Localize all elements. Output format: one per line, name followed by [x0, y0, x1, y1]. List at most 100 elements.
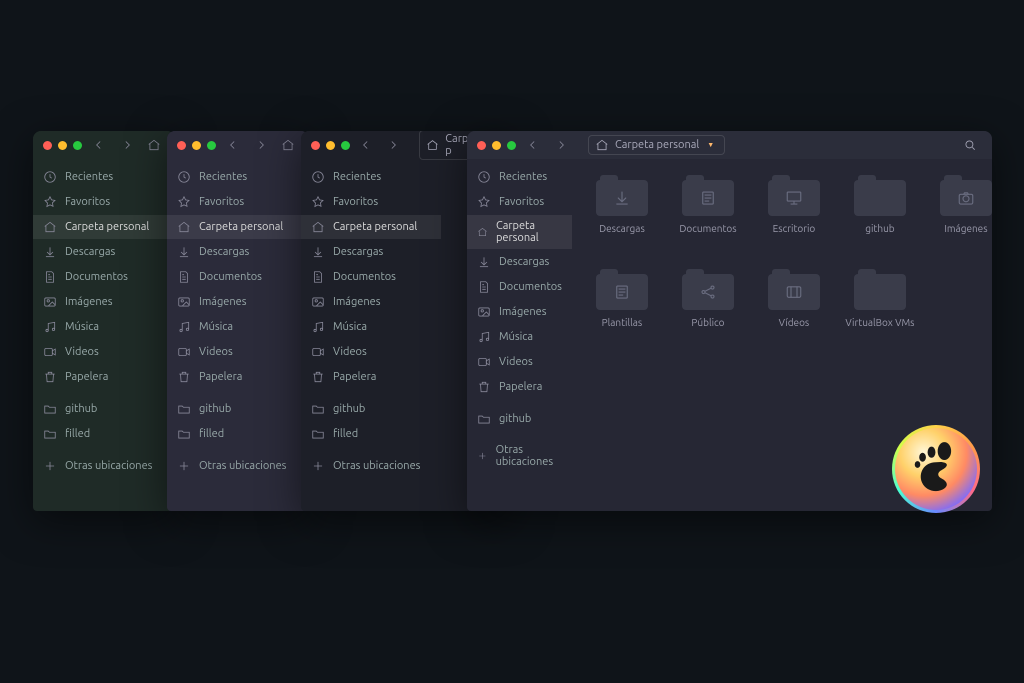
folder-item-virtualbox[interactable]: VirtualBox VMs — [840, 269, 920, 359]
sidebar-item-trash[interactable]: Papelera — [167, 365, 307, 389]
sidebar-item-label: Favoritos — [199, 196, 244, 208]
sidebar-item-downloads[interactable]: Descargas — [467, 250, 572, 274]
sidebar-item-videos[interactable]: Videos — [167, 340, 307, 364]
maximize-button[interactable] — [341, 141, 350, 150]
folder-item-publico[interactable]: Público — [668, 269, 748, 359]
sidebar-item-label: Documentos — [65, 271, 128, 283]
sidebar-item-label: Documentos — [499, 281, 562, 293]
sidebar-item-documents[interactable]: Documentos — [301, 265, 441, 289]
forward-button[interactable] — [550, 136, 572, 154]
sidebar-item-home[interactable]: Carpeta personal — [167, 215, 307, 239]
folder-item-plantillas[interactable]: Plantillas — [582, 269, 662, 359]
back-button[interactable] — [88, 136, 110, 154]
sidebar-item-other-locations[interactable]: Otras ubicaciones — [33, 454, 173, 478]
sidebar-item-music[interactable]: Música — [301, 315, 441, 339]
close-button[interactable] — [477, 141, 486, 150]
forward-button[interactable] — [383, 136, 404, 154]
image-icon — [177, 295, 191, 309]
sidebar-item-downloads[interactable]: Descargas — [167, 240, 307, 264]
sidebar-item-github[interactable]: github — [301, 397, 441, 421]
sidebar-item-trash[interactable]: Papelera — [33, 365, 173, 389]
back-button[interactable] — [222, 136, 244, 154]
sidebar-item-favorites[interactable]: Favoritos — [301, 190, 441, 214]
sidebar-item-trash[interactable]: Papelera — [467, 375, 572, 399]
sidebar-item-favorites[interactable]: Favoritos — [33, 190, 173, 214]
sidebar-item-home[interactable]: Carpeta personal — [467, 215, 572, 249]
sidebar-item-label: Papelera — [333, 371, 376, 383]
folder-item-imagenes[interactable]: Imágenes — [926, 175, 992, 265]
sidebar-item-github[interactable]: github — [33, 397, 173, 421]
sidebar-item-other-locations[interactable]: Otras ubicaciones — [167, 454, 307, 478]
forward-button[interactable] — [116, 136, 138, 154]
folder-item-escritorio[interactable]: Escritorio — [754, 175, 834, 265]
sidebar-item-favorites[interactable]: Favoritos — [167, 190, 307, 214]
sidebar-item-documents[interactable]: Documentos — [167, 265, 307, 289]
close-button[interactable] — [311, 141, 320, 150]
sidebar-item-label: Imágenes — [333, 296, 381, 308]
maximize-button[interactable] — [507, 141, 516, 150]
folder-item-github[interactable]: github — [840, 175, 920, 265]
forward-button[interactable] — [250, 136, 272, 154]
sidebar-item-github[interactable]: github — [167, 397, 307, 421]
sidebar-item-videos[interactable]: Videos — [301, 340, 441, 364]
minimize-button[interactable] — [492, 141, 501, 150]
sidebar-item-images[interactable]: Imágenes — [33, 290, 173, 314]
sidebar-item-favorites[interactable]: Favoritos — [467, 190, 572, 214]
sidebar-item-recent[interactable]: Recientes — [167, 165, 307, 189]
sidebar-item-videos[interactable]: Videos — [467, 350, 572, 374]
minimize-button[interactable] — [326, 141, 335, 150]
sidebar-item-home[interactable]: Carpeta personal — [301, 215, 441, 239]
sidebar-item-label: Descargas — [199, 246, 249, 258]
sidebar-item-downloads[interactable]: Descargas — [301, 240, 441, 264]
home-path-button[interactable] — [143, 136, 165, 154]
sidebar-item-home[interactable]: Carpeta personal — [33, 215, 173, 239]
sidebar-item-github[interactable]: github — [467, 407, 572, 431]
file-manager-window-1[interactable]: Recientes Favoritos Carpeta personal Des… — [33, 131, 175, 511]
sidebar-item-recent[interactable]: Recientes — [33, 165, 173, 189]
sidebar-item-music[interactable]: Música — [467, 325, 572, 349]
sidebar-item-label: Papelera — [499, 381, 542, 393]
video-icon — [311, 345, 325, 359]
sidebar-item-music[interactable]: Música — [33, 315, 173, 339]
sidebar-item-documents[interactable]: Documentos — [467, 275, 572, 299]
titlebar[interactable]: Carpeta personal ▼ — [467, 131, 992, 159]
folder-item-descargas[interactable]: Descargas — [582, 175, 662, 265]
search-button[interactable] — [958, 138, 982, 152]
folder-icon — [311, 427, 325, 441]
sidebar-item-filled[interactable]: filled — [301, 422, 441, 446]
sidebar-item-other-locations[interactable]: Otras ubicaciones — [467, 439, 572, 473]
home-path-button[interactable] — [277, 136, 299, 154]
path-bar[interactable]: Carpeta personal ▼ — [588, 135, 725, 155]
minimize-button[interactable] — [192, 141, 201, 150]
sidebar-item-filled[interactable]: filled — [33, 422, 173, 446]
close-button[interactable] — [43, 141, 52, 150]
file-manager-window-2[interactable]: Recientes Favoritos Carpeta personal Des… — [167, 131, 309, 511]
folder-label: VirtualBox VMs — [845, 317, 914, 328]
sidebar-item-images[interactable]: Imágenes — [167, 290, 307, 314]
folder-icon — [177, 402, 191, 416]
sidebar-item-downloads[interactable]: Descargas — [33, 240, 173, 264]
sidebar-item-recent[interactable]: Recientes — [301, 165, 441, 189]
titlebar[interactable] — [33, 131, 175, 159]
sidebar-item-other-locations[interactable]: Otras ubicaciones — [301, 454, 441, 478]
sidebar-item-label: Videos — [199, 346, 233, 358]
sidebar-item-images[interactable]: Imágenes — [467, 300, 572, 324]
close-button[interactable] — [177, 141, 186, 150]
sidebar-item-music[interactable]: Música — [167, 315, 307, 339]
sidebar-item-label: filled — [199, 428, 224, 440]
sidebar-item-trash[interactable]: Papelera — [301, 365, 441, 389]
folder-item-documentos[interactable]: Documentos — [668, 175, 748, 265]
maximize-button[interactable] — [207, 141, 216, 150]
sidebar-item-images[interactable]: Imágenes — [301, 290, 441, 314]
titlebar[interactable] — [167, 131, 309, 159]
window-controls — [177, 141, 216, 150]
back-button[interactable] — [522, 136, 544, 154]
sidebar-item-recent[interactable]: Recientes — [467, 165, 572, 189]
folder-item-videos[interactable]: Vídeos — [754, 269, 834, 359]
minimize-button[interactable] — [58, 141, 67, 150]
sidebar-item-filled[interactable]: filled — [167, 422, 307, 446]
sidebar-item-documents[interactable]: Documentos — [33, 265, 173, 289]
sidebar-item-videos[interactable]: Videos — [33, 340, 173, 364]
back-button[interactable] — [356, 136, 377, 154]
maximize-button[interactable] — [73, 141, 82, 150]
